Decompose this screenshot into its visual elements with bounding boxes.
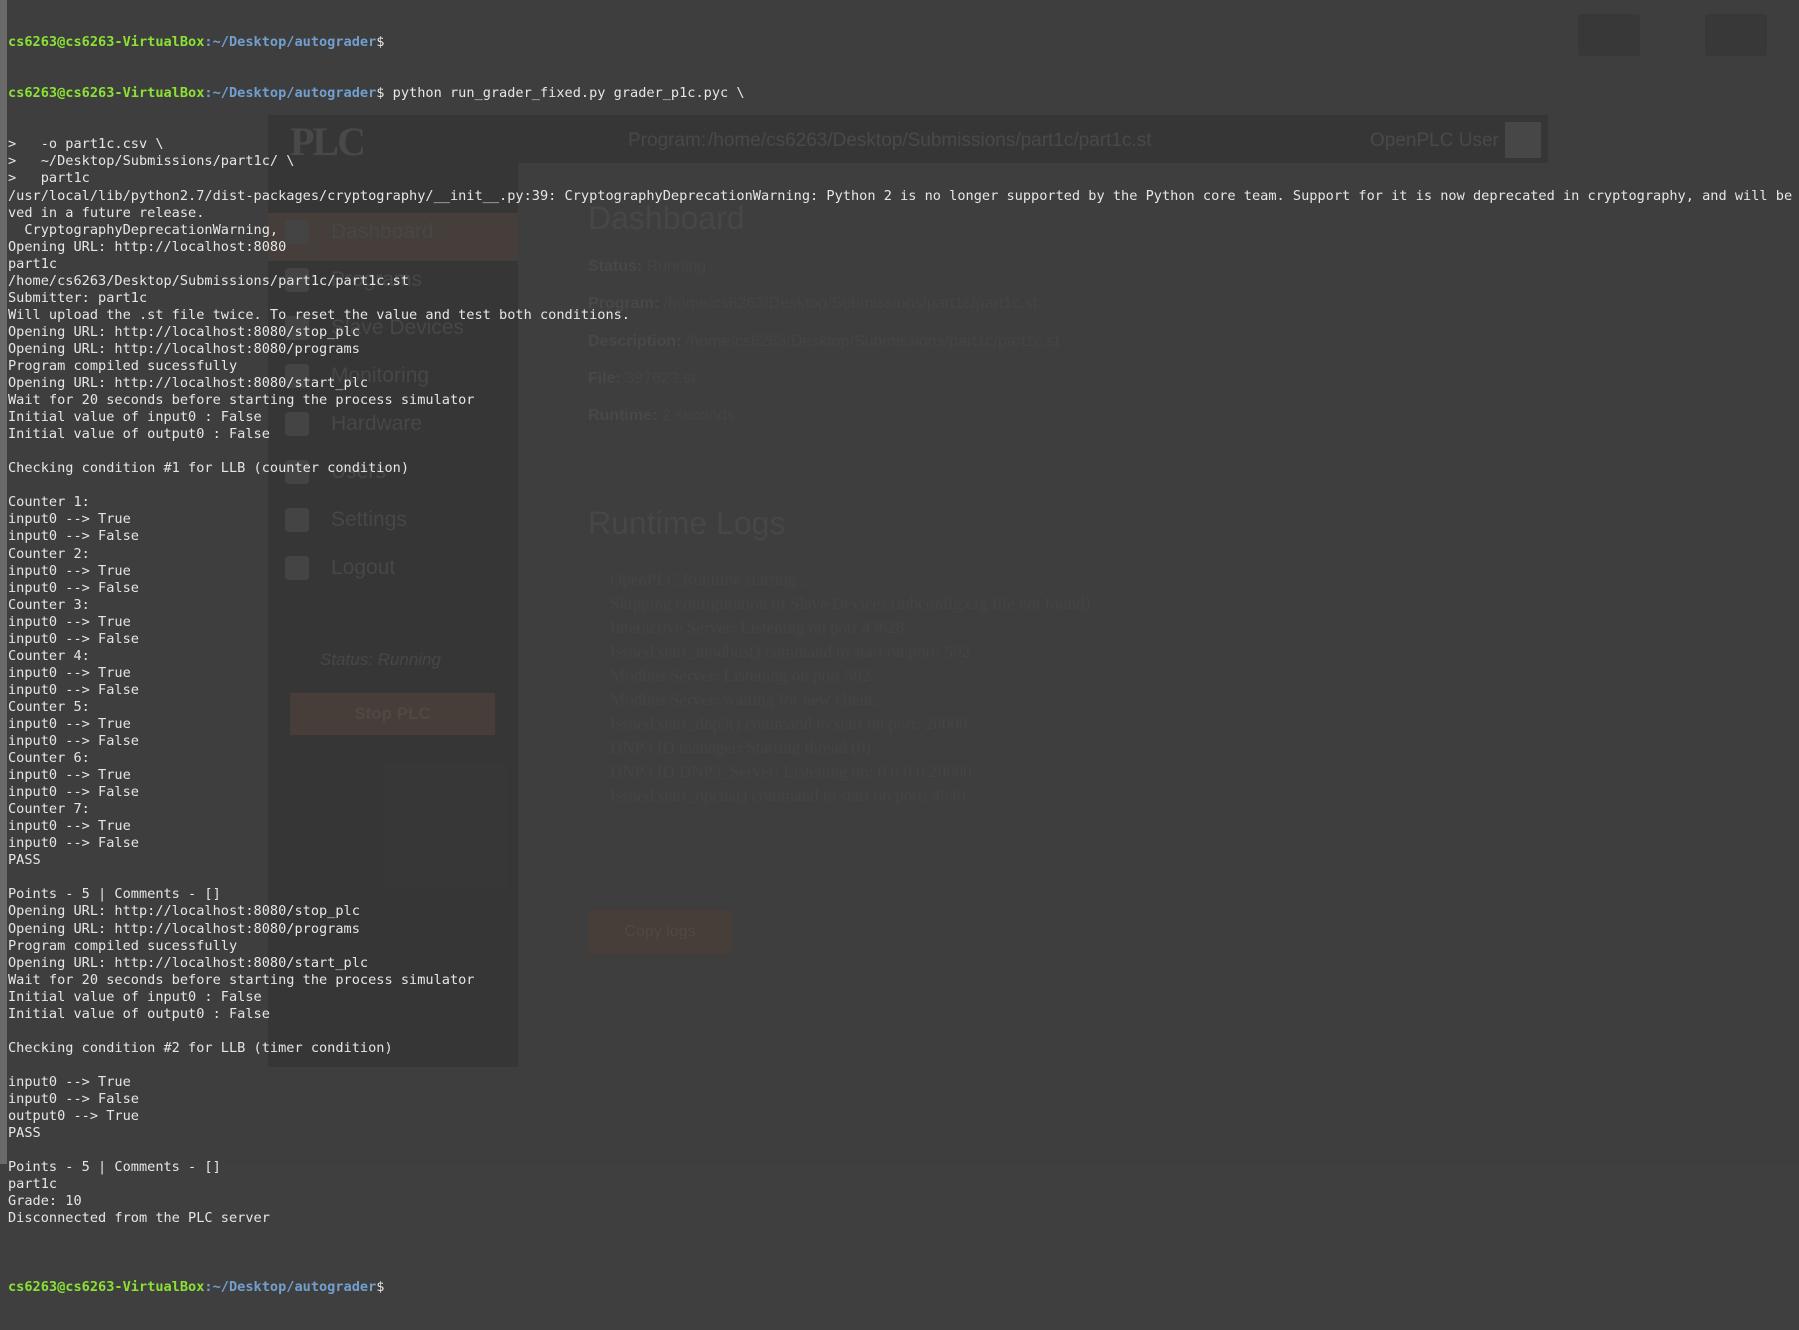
terminal-line: ved in a future release.: [8, 204, 205, 221]
prompt-user: cs6263@cs6263-VirtualBox: [8, 1278, 205, 1295]
terminal-window[interactable]: cs6263@cs6263-VirtualBox:~/Desktop/autog…: [0, 0, 1799, 1295]
terminal-line: Opening URL: http://localhost:8080/progr…: [8, 920, 360, 937]
terminal-line: input0 --> True: [8, 1073, 131, 1090]
terminal-line: input0 --> True: [8, 767, 131, 784]
terminal-line: Grade: 10: [8, 1193, 82, 1210]
terminal-line: Opening URL: http://localhost:8080/start…: [8, 954, 369, 971]
prompt-user: cs6263@cs6263-VirtualBox: [8, 85, 205, 102]
prompt-path: :~/Desktop/autograder: [204, 34, 377, 51]
terminal-line: > ~/Desktop/Submissions/part1c/ \: [8, 153, 295, 170]
terminal-line: Opening URL: http://localhost:8080/start…: [8, 375, 369, 392]
terminal-line: /home/cs6263/Desktop/Submissions/part1c/…: [8, 272, 410, 289]
terminal-line: Counter 2:: [8, 545, 90, 562]
command-text: python run_grader_fixed.py grader_p1c.py…: [384, 85, 745, 102]
terminal-line: Initial value of input0 : False: [8, 988, 262, 1005]
terminal-line: Will upload the .st file twice. To reset…: [8, 306, 630, 323]
terminal-line: CryptographyDeprecationWarning,: [8, 221, 279, 238]
terminal-line: Counter 7:: [8, 801, 90, 818]
prompt-path: :~/Desktop/autograder: [204, 1278, 377, 1295]
terminal-line: input0 --> True: [8, 818, 131, 835]
terminal-output[interactable]: cs6263@cs6263-VirtualBox:~/Desktop/autog…: [8, 0, 1798, 1330]
terminal-line: > -o part1c.csv \: [8, 136, 164, 153]
terminal-line: input0 --> False: [8, 528, 139, 545]
terminal-line: input0 --> True: [8, 613, 131, 630]
terminal-line: Initial value of output0 : False: [8, 426, 270, 443]
terminal-line: Checking condition #2 for LLB (timer con…: [8, 1039, 393, 1056]
terminal-line: input0 --> False: [8, 733, 139, 750]
terminal-line: Opening URL: http://localhost:8080: [8, 238, 287, 255]
terminal-line: /usr/local/lib/python2.7/dist-packages/c…: [8, 187, 1799, 204]
terminal-line: Points - 5 | Comments - []: [8, 886, 221, 903]
terminal-line: Disconnected from the PLC server: [8, 1210, 270, 1227]
terminal-line: Points - 5 | Comments - []: [8, 1159, 221, 1176]
terminal-line: input0 --> True: [8, 664, 131, 681]
terminal-line: Wait for 20 seconds before starting the …: [8, 392, 475, 409]
terminal-line: input0 --> False: [8, 681, 139, 698]
terminal-line: Counter 5:: [8, 698, 90, 715]
terminal-line: Opening URL: http://localhost:8080/stop_…: [8, 903, 360, 920]
terminal-line: PASS: [8, 852, 41, 869]
terminal-final-prompt[interactable]: cs6263@cs6263-VirtualBox:~/Desktop/autog…: [8, 1279, 1798, 1296]
terminal-line: Program compiled sucessfully: [8, 937, 238, 954]
prompt-path: :~/Desktop/autograder: [204, 85, 377, 102]
prompt-dollar: $: [376, 34, 385, 51]
terminal-line: input0 --> False: [8, 835, 139, 852]
prompt-user: cs6263@cs6263-VirtualBox: [8, 34, 205, 51]
terminal-line: Program compiled sucessfully: [8, 357, 238, 374]
terminal-line: part1c: [8, 255, 58, 272]
terminal-line: input0 --> True: [8, 715, 131, 732]
terminal-command-line: cs6263@cs6263-VirtualBox:~/Desktop/autog…: [8, 85, 1798, 102]
terminal-line: output0 --> True: [8, 1108, 139, 1125]
terminal-left-edge: [0, 0, 7, 1164]
terminal-line: input0 --> True: [8, 511, 131, 528]
terminal-line: Submitter: part1c: [8, 289, 148, 306]
terminal-line: input0 --> False: [8, 784, 139, 801]
terminal-prompt-line: cs6263@cs6263-VirtualBox:~/Desktop/autog…: [8, 34, 1798, 51]
terminal-output-lines: > -o part1c.csv \ > ~/Desktop/Submissions…: [8, 136, 1798, 1244]
terminal-line: Wait for 20 seconds before starting the …: [8, 971, 475, 988]
terminal-line: input0 --> True: [8, 562, 131, 579]
terminal-line: part1c: [8, 1176, 58, 1193]
terminal-line: Initial value of output0 : False: [8, 1005, 270, 1022]
terminal-line: Counter 4:: [8, 647, 90, 664]
terminal-line: Initial value of input0 : False: [8, 409, 262, 426]
terminal-line: input0 --> False: [8, 1091, 139, 1107]
terminal-line: Counter 6:: [8, 750, 90, 767]
terminal-line: input0 --> False: [8, 630, 139, 647]
prompt-dollar: $: [376, 1278, 385, 1295]
terminal-line: Counter 1:: [8, 494, 90, 511]
terminal-line: PASS: [8, 1125, 41, 1142]
terminal-line: Checking condition #1 for LLB (counter c…: [8, 460, 410, 477]
terminal-line: Opening URL: http://localhost:8080/progr…: [8, 340, 360, 357]
terminal-line: Opening URL: http://localhost:8080/stop_…: [8, 323, 360, 340]
terminal-line: Counter 3:: [8, 596, 90, 613]
terminal-line: input0 --> False: [8, 579, 139, 596]
terminal-line: > part1c: [8, 170, 90, 187]
